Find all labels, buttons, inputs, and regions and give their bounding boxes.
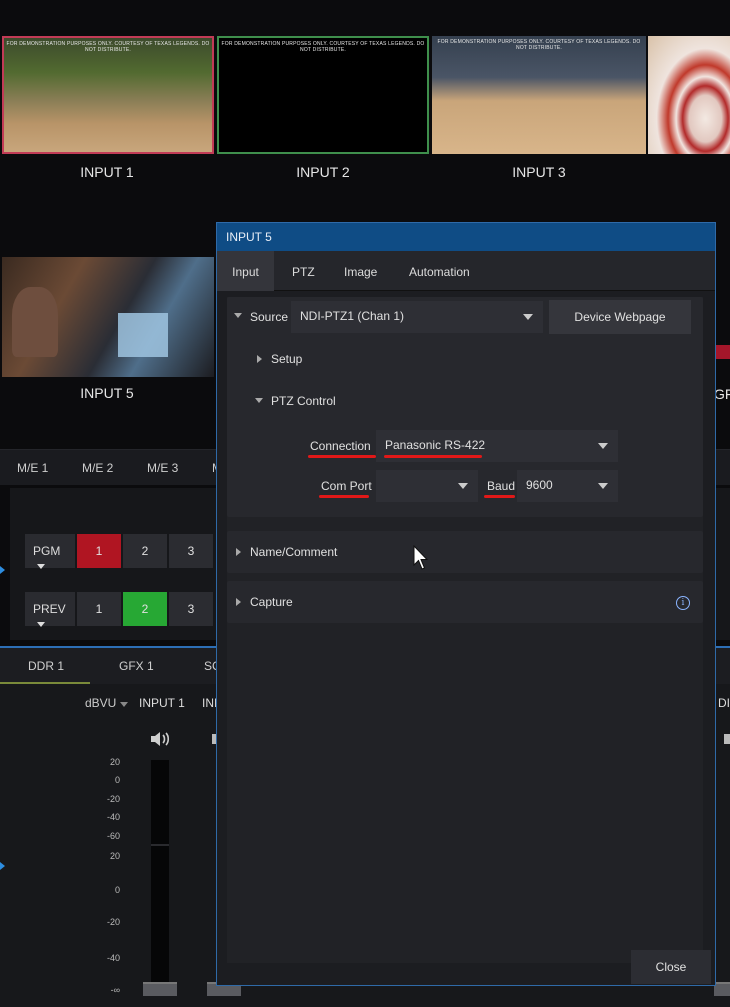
info-icon[interactable]: i [676, 596, 690, 610]
dialog-body: Source NDI-PTZ1 (Chan 1) Device Webpage … [227, 297, 703, 963]
scale-tick: -20 [106, 917, 120, 927]
monitor-screen [118, 313, 168, 357]
pgm-button-1[interactable]: 1 [77, 534, 121, 568]
tab-ptz[interactable]: PTZ [292, 251, 315, 291]
com-port-select[interactable] [376, 470, 478, 502]
demo-watermark: FOR DEMONSTRATION PURPOSES ONLY. COURTES… [221, 41, 425, 53]
demo-watermark: FOR DEMONSTRATION PURPOSES ONLY. COURTES… [6, 41, 210, 53]
connection-label: Connection [310, 439, 371, 453]
chevron-down-icon [598, 443, 608, 449]
chevron-down-icon [119, 702, 128, 707]
name-comment-label: Name/Comment [250, 545, 338, 559]
capture-label: Capture [250, 595, 293, 609]
pgm-button-2[interactable]: 2 [123, 534, 167, 568]
input-1-label: INPUT 1 [80, 164, 134, 180]
connection-select-value: Panasonic RS-422 [385, 438, 486, 452]
chevron-down-icon [37, 564, 45, 569]
tab-input[interactable]: Input [217, 251, 274, 291]
level-meter [151, 760, 169, 990]
collapse-icon[interactable] [234, 313, 242, 318]
prev-button-1[interactable]: 1 [77, 592, 121, 626]
right-speaker-icon-edge[interactable] [724, 734, 730, 744]
meter-mode-dropdown[interactable]: dBVU [85, 696, 128, 710]
scale-tick: -40 [106, 953, 120, 963]
source-label: Source [250, 310, 289, 324]
demo-watermark: FOR DEMONSTRATION PURPOSES ONLY. COURTES… [437, 39, 641, 51]
input-3-thumbnail[interactable]: FOR DEMONSTRATION PURPOSES ONLY. COURTES… [432, 36, 646, 154]
name-comment-section[interactable]: Name/Comment [227, 531, 703, 573]
annotation-underline [308, 455, 376, 458]
left-edge-marker [0, 862, 5, 870]
input-1-thumbnail[interactable]: FOR DEMONSTRATION PURPOSES ONLY. COURTES… [2, 36, 214, 154]
tab-image[interactable]: Image [344, 251, 377, 291]
input-5-label: INPUT 5 [80, 385, 134, 401]
channel-input1-label: INPUT 1 [139, 696, 185, 710]
pgm-button-3[interactable]: 3 [169, 534, 213, 568]
tab-me1[interactable]: M/E 1 [17, 461, 48, 475]
gfx-label: GFX [714, 386, 730, 402]
prev-button-3[interactable]: 3 [169, 592, 213, 626]
left-edge-marker [0, 566, 5, 574]
scale-tick: 0 [114, 885, 120, 895]
chevron-down-icon [523, 314, 533, 320]
chevron-down-icon [458, 483, 468, 489]
input-config-dialog: INPUT 5 Input PTZ Image Automation Sourc… [216, 222, 716, 986]
chevron-down-icon [598, 483, 608, 489]
expand-icon[interactable] [236, 548, 241, 556]
prev-button-2[interactable]: 2 [123, 592, 167, 626]
scale-tick: 20 [109, 757, 120, 767]
com-port-label: Com Port [321, 479, 372, 493]
meter-divider [151, 844, 169, 846]
capture-section[interactable]: Capture i [227, 581, 703, 623]
baud-select-value: 9600 [526, 478, 553, 492]
pgm-label-text: PGM [33, 544, 61, 558]
pgm-bus-label[interactable]: PGM [25, 534, 75, 569]
collapse-icon[interactable] [255, 398, 263, 403]
mouse-cursor-icon [413, 544, 429, 571]
tab-gfx1[interactable]: GFX 1 [119, 659, 154, 673]
input-2-thumbnail[interactable]: FOR DEMONSTRATION PURPOSES ONLY. COURTES… [217, 36, 429, 154]
right-channel-label: DI [718, 696, 730, 710]
baud-label: Baud [487, 479, 516, 493]
source-select-value: NDI-PTZ1 (Chan 1) [300, 309, 405, 323]
source-select[interactable]: NDI-PTZ1 (Chan 1) [291, 301, 543, 333]
annotation-underline [484, 495, 515, 498]
tab-automation[interactable]: Automation [409, 251, 470, 291]
gfx-thumbnail-edge[interactable] [714, 345, 730, 359]
tab-me2[interactable]: M/E 2 [82, 461, 113, 475]
input-3-label: INPUT 3 [512, 164, 566, 180]
scale-tick: -∞ [110, 985, 120, 995]
tab-me3[interactable]: M/E 3 [147, 461, 178, 475]
person [12, 287, 58, 357]
fader-handle[interactable] [143, 982, 177, 996]
device-webpage-button[interactable]: Device Webpage [549, 300, 691, 334]
scale-tick: 0 [114, 775, 120, 785]
ptz-control-label[interactable]: PTZ Control [271, 394, 336, 408]
expand-icon[interactable] [257, 355, 262, 363]
fader-handle[interactable] [714, 982, 730, 996]
input-2-label: INPUT 2 [296, 164, 350, 180]
source-section: Source NDI-PTZ1 (Chan 1) Device Webpage … [227, 297, 703, 517]
scale-tick: -60 [106, 831, 120, 841]
meter-mode-label: dBVU [85, 696, 117, 710]
baud-select[interactable]: 9600 [517, 470, 618, 502]
chevron-down-icon [37, 622, 45, 627]
expand-icon[interactable] [236, 598, 241, 606]
input-4-thumbnail[interactable] [648, 36, 730, 154]
scale-tick: -20 [106, 794, 120, 804]
scale-tick: 20 [109, 851, 120, 861]
close-button[interactable]: Close [631, 950, 711, 984]
dialog-tab-bar: Input PTZ Image Automation [217, 251, 715, 291]
speaker-icon[interactable] [149, 730, 173, 748]
annotation-underline [319, 495, 369, 498]
dialog-title: INPUT 5 [217, 223, 715, 251]
annotation-underline [384, 455, 482, 458]
prev-label-text: PREV [33, 602, 66, 616]
channel-next-label: INI [202, 696, 216, 710]
setup-label[interactable]: Setup [271, 352, 302, 366]
tab-ddr1[interactable]: DDR 1 [28, 659, 64, 673]
scale-tick: -40 [106, 812, 120, 822]
input-5-thumbnail[interactable] [2, 257, 214, 377]
prev-bus-label[interactable]: PREV [25, 592, 75, 627]
